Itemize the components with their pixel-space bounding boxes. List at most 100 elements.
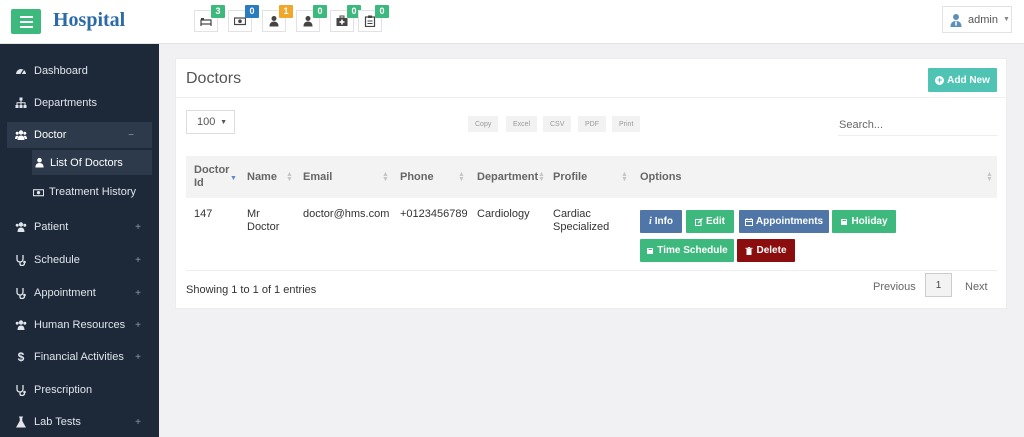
print-button[interactable]: Print <box>612 116 641 132</box>
sort-icon: ▲ ▼ <box>382 171 389 183</box>
edit-button[interactable]: Edit <box>686 210 734 233</box>
appointments-button[interactable]: Appointments <box>739 210 829 233</box>
notification-count: 1 <box>279 5 293 18</box>
previous-page-link[interactable]: Previous <box>873 281 916 293</box>
copy-button[interactable]: Copy <box>468 116 499 132</box>
add-new-button[interactable]: + Add New <box>928 68 997 92</box>
cell-department: Cardiology <box>477 208 530 220</box>
notification-payments[interactable]: 0 <box>228 5 259 32</box>
notification-count: 3 <box>211 5 225 18</box>
stethoscope-icon <box>16 288 26 299</box>
sidebar-item-appointment[interactable]: Appointment + <box>0 280 159 306</box>
sidebar-item-doctor[interactable]: Doctor − <box>7 122 152 148</box>
calendar-icon <box>744 217 753 226</box>
sort-asc-icon: ▼ <box>230 175 237 182</box>
delete-button[interactable]: Delete <box>737 239 795 262</box>
sidebar-item-human-resources[interactable]: Human Resources + <box>0 312 159 338</box>
menu-icon <box>19 15 33 18</box>
cell-email: doctor@hms.com <box>303 208 390 220</box>
user-icon <box>35 157 44 168</box>
sort-icon: ▲ ▼ <box>458 171 465 183</box>
csv-button[interactable]: CSV <box>543 116 572 132</box>
collapse-icon: − <box>128 129 134 141</box>
flask-icon <box>16 416 26 428</box>
sitemap-icon <box>15 97 27 108</box>
menu-toggle-button[interactable] <box>11 9 41 34</box>
sidebar-subitem-list-of-doctors[interactable]: List Of Doctors <box>32 150 152 175</box>
trash-icon <box>745 246 753 255</box>
page-title: Doctors <box>186 70 242 87</box>
expand-icon: + <box>135 221 141 233</box>
column-header-options[interactable]: Options <box>640 156 682 198</box>
sidebar-item-lab-tests[interactable]: Lab Tests + <box>0 409 159 435</box>
sidebar: Dashboard Departments Doctor − List Of D… <box>0 44 159 437</box>
sort-icon: ▲ ▼ <box>286 171 293 183</box>
users-icon <box>15 320 27 330</box>
sidebar-item-schedule[interactable]: Schedule + <box>0 247 159 273</box>
book-icon <box>841 218 848 225</box>
notification-reports[interactable]: 0 <box>358 5 389 32</box>
top-header: Hospital 3 0 1 0 0 0 admin ▼ <box>0 0 1024 44</box>
sidebar-item-dashboard[interactable]: Dashboard <box>0 58 159 84</box>
column-header-profile[interactable]: Profile <box>553 156 587 198</box>
money-icon <box>33 188 44 196</box>
users-icon <box>15 130 27 140</box>
stethoscope-icon <box>16 255 26 266</box>
table-info: Showing 1 to 1 of 1 entries <box>186 284 317 296</box>
caret-down-icon: ▼ <box>220 118 227 126</box>
users-icon <box>15 222 27 232</box>
notification-count: 0 <box>245 5 259 18</box>
dollar-icon: $ <box>17 350 25 364</box>
doctor-avatar-icon <box>950 13 962 27</box>
sort-icon: ▲ ▼ <box>986 171 993 183</box>
dashboard-icon <box>16 69 26 75</box>
sort-icon: ▲ ▼ <box>538 171 545 183</box>
sidebar-item-financial-activities[interactable]: $ Financial Activities + <box>0 344 159 370</box>
notification-patients[interactable]: 1 <box>262 5 293 32</box>
doctors-panel: Doctors + Add New 100 ▼ Copy Excel CSV P… <box>175 58 1008 309</box>
edit-icon <box>695 217 703 226</box>
info-button[interactable]: i Info <box>640 210 682 233</box>
sort-icon: ▲ ▼ <box>621 171 628 183</box>
caret-down-icon: ▼ <box>1002 16 1010 23</box>
pdf-button[interactable]: PDF <box>578 116 606 132</box>
column-header-department[interactable]: Department <box>477 156 538 198</box>
expand-icon: + <box>135 287 141 299</box>
user-name: admin <box>968 13 998 26</box>
cell-name: Mr Doctor <box>247 208 280 233</box>
sidebar-subitem-treatment-history[interactable]: Treatment History <box>33 180 192 204</box>
next-page-link[interactable]: Next <box>965 281 988 293</box>
sidebar-item-patient[interactable]: Patient + <box>0 214 159 240</box>
column-header-email[interactable]: Email <box>303 156 332 198</box>
cell-profile: Cardiac Specialized <box>553 208 610 233</box>
column-header-doctor-id[interactable]: Doctor Id <box>194 156 229 198</box>
page-length-select[interactable]: 100 ▼ <box>186 110 235 134</box>
expand-icon: + <box>135 351 141 363</box>
sidebar-item-prescription[interactable]: Prescription <box>0 377 159 403</box>
divider <box>186 270 997 271</box>
cell-doctor-id: 147 <box>194 208 213 220</box>
plus-circle-icon: + <box>935 74 945 85</box>
notification-doctors[interactable]: 0 <box>296 5 327 32</box>
sidebar-item-departments[interactable]: Departments <box>0 90 159 116</box>
expand-icon: + <box>135 416 141 428</box>
search-input[interactable] <box>838 115 998 136</box>
info-icon: i <box>648 216 652 227</box>
time-schedule-button[interactable]: Time Schedule <box>640 239 734 262</box>
column-header-phone[interactable]: Phone <box>400 156 434 198</box>
cell-phone: +0123456789 <box>400 208 468 220</box>
column-header-name[interactable]: Name <box>247 156 277 198</box>
notification-count: 0 <box>313 5 327 18</box>
notification-beds[interactable]: 3 <box>194 5 225 32</box>
page-1-button[interactable]: 1 <box>925 273 952 297</box>
excel-button[interactable]: Excel <box>506 116 538 132</box>
holiday-button[interactable]: Holiday <box>832 210 896 233</box>
expand-icon: + <box>135 254 141 266</box>
notification-medical[interactable]: 0 <box>330 5 361 32</box>
table-header: Doctor Id ▼ Name ▲ ▼ Email ▲ ▼ Phone ▲ ▼ De… <box>186 156 997 198</box>
user-menu-button[interactable]: admin ▼ <box>942 6 1012 33</box>
stethoscope-icon <box>16 385 26 396</box>
brand-title: Hospital <box>53 9 126 31</box>
divider <box>176 97 1008 98</box>
notification-count: 0 <box>375 5 389 18</box>
